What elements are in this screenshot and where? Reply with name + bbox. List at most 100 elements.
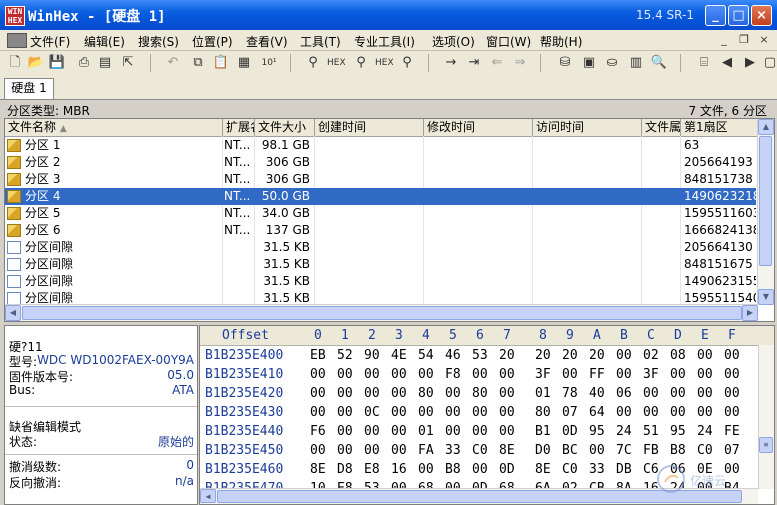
hex-byte[interactable]: 00 (616, 348, 632, 363)
menu-search[interactable]: 搜索(S) (138, 33, 179, 50)
hex-byte[interactable]: 00 (364, 386, 380, 401)
new-file-icon[interactable]: 🗋 (6, 54, 24, 72)
analyze-icon[interactable]: ⛀ (603, 54, 621, 72)
hex-byte[interactable]: 00 (724, 405, 740, 420)
hex-byte[interactable]: 00 (724, 367, 740, 382)
hex-byte[interactable]: 00 (337, 424, 353, 439)
hex-byte[interactable]: 53 (472, 348, 488, 363)
hex-byte[interactable]: 00 (697, 367, 713, 382)
minimize-button[interactable]: _ (705, 5, 726, 26)
hex-byte[interactable]: 00 (616, 367, 632, 382)
hex-byte[interactable]: FA (418, 443, 434, 458)
hex-byte[interactable]: 3F (643, 367, 659, 382)
table-row[interactable]: 分区 3 NT... 306 GB 848151738 (5, 171, 756, 188)
hex-byte[interactable]: 00 (472, 462, 488, 477)
hex-byte[interactable]: 00 (472, 405, 488, 420)
file-list-vertical-scrollbar[interactable]: ▲ ▼ (757, 119, 774, 305)
hex-byte[interactable]: 95 (589, 424, 605, 439)
column-header-modified[interactable]: 修改时间 (424, 119, 533, 136)
hex-byte[interactable]: 00 (445, 405, 461, 420)
hex-byte[interactable]: 00 (391, 367, 407, 382)
hex-byte[interactable]: 90 (364, 348, 380, 363)
hex-scroll-left-button[interactable]: ◀ (200, 489, 216, 503)
hex-byte[interactable]: 00 (670, 367, 686, 382)
hex-byte[interactable]: 00 (589, 443, 605, 458)
hex-byte[interactable]: 00 (391, 405, 407, 420)
hex-byte[interactable]: 02 (643, 348, 659, 363)
find-hex-icon[interactable]: HEX (327, 54, 346, 72)
hex-byte[interactable]: 80 (535, 405, 551, 420)
hex-byte[interactable]: 08 (670, 348, 686, 363)
hex-byte[interactable]: 8E (535, 462, 551, 477)
close-button[interactable]: × (751, 5, 772, 26)
hex-byte[interactable]: 00 (643, 386, 659, 401)
hex-byte[interactable]: 16 (391, 462, 407, 477)
find-again-icon[interactable]: ⚲ (398, 54, 416, 72)
hex-byte[interactable]: D0 (535, 443, 551, 458)
hex-byte[interactable]: 80 (472, 386, 488, 401)
hex-byte[interactable]: 40 (589, 386, 605, 401)
hex-byte[interactable]: F8 (445, 367, 461, 382)
maximize-button[interactable]: □ (728, 5, 749, 26)
hex-byte[interactable]: C0 (472, 443, 488, 458)
binary-icon[interactable]: 10¹ (260, 54, 278, 72)
hex-byte[interactable]: 00 (562, 367, 578, 382)
hex-byte[interactable]: 78 (562, 386, 578, 401)
hex-byte[interactable]: 00 (499, 386, 515, 401)
hex-byte[interactable]: 8E (310, 462, 326, 477)
hex-byte[interactable]: E8 (364, 462, 380, 477)
hex-byte[interactable]: 00 (364, 443, 380, 458)
directory-browser[interactable]: 文件名称 ▲ 扩展名 文件大小 创建时间 修改时间 访问时间 文件属性 第1扇区… (4, 118, 775, 322)
hex-byte[interactable]: 33 (589, 462, 605, 477)
menu-help[interactable]: 帮助(H) (540, 33, 582, 50)
hex-byte[interactable]: 00 (310, 367, 326, 382)
hex-byte[interactable]: 00 (391, 424, 407, 439)
table-row[interactable]: 分区 2 NT... 306 GB 205664193 (5, 154, 756, 171)
forward-icon[interactable]: ⇒ (511, 54, 529, 72)
table-row[interactable]: 分区 1 NT... 98.1 GB 63 (5, 137, 756, 154)
menu-edit[interactable]: 编辑(E) (84, 33, 125, 50)
tab-disk-1[interactable]: 硬盘 1 (4, 78, 54, 99)
menu-position[interactable]: 位置(P) (192, 33, 233, 50)
case-icon[interactable]: ⌸ (695, 54, 713, 72)
hex-byte[interactable]: 00 (445, 424, 461, 439)
menu-view[interactable]: 查看(V) (246, 33, 288, 50)
hex-byte[interactable]: B8 (445, 462, 461, 477)
table-row[interactable]: 分区间隙 31.5 KB 1490623155 (5, 273, 756, 290)
hex-byte[interactable]: 00 (418, 405, 434, 420)
hex-byte[interactable]: 00 (499, 367, 515, 382)
hex-byte[interactable]: 07 (562, 405, 578, 420)
hex-byte[interactable]: 20 (535, 348, 551, 363)
hex-byte[interactable]: 20 (562, 348, 578, 363)
mdi-close-button[interactable]: × (756, 32, 772, 47)
disk-editor-icon[interactable]: ⛁ (556, 54, 574, 72)
column-header-name[interactable]: 文件名称 ▲ (5, 119, 223, 136)
find-text-icon[interactable]: ⚲ (304, 54, 322, 72)
hex-byte[interactable]: 00 (337, 443, 353, 458)
hex-byte[interactable]: 00 (310, 443, 326, 458)
hex-byte[interactable]: 00 (418, 367, 434, 382)
ram-editor-icon[interactable]: ▣ (580, 54, 598, 72)
table-row[interactable]: 分区间隙 31.5 KB 205664130 (5, 239, 756, 256)
print-icon[interactable]: ⎙ (75, 54, 93, 72)
hex-byte[interactable]: 4E (391, 348, 407, 363)
hex-byte[interactable]: C0 (697, 443, 713, 458)
table-row[interactable]: 分区 6 NT... 137 GB 1666824138 (5, 222, 756, 239)
hex-byte[interactable]: 00 (697, 386, 713, 401)
replace-hex-icon[interactable]: HEX (375, 54, 394, 72)
menu-window[interactable]: 窗口(W) (486, 33, 531, 50)
hex-byte[interactable]: DB (616, 462, 632, 477)
hex-byte[interactable]: D8 (337, 462, 353, 477)
hex-byte[interactable]: 00 (391, 443, 407, 458)
file-list-horizontal-scrollbar[interactable]: ◀ ▶ (5, 304, 758, 321)
copy-icon[interactable]: ⧉ (189, 54, 207, 72)
save-icon[interactable]: 💾 (48, 54, 66, 72)
mdi-minimize-button[interactable]: _ (716, 32, 732, 47)
winhex-app-icon[interactable]: WIN HEX (5, 6, 25, 26)
hex-byte[interactable]: 00 (616, 405, 632, 420)
hex-byte[interactable]: 00 (391, 386, 407, 401)
hex-byte[interactable]: 00 (670, 405, 686, 420)
hex-scroll-thumb[interactable]: ≡ (759, 437, 773, 453)
open-folder-icon[interactable]: 📂 (27, 54, 45, 72)
hex-byte[interactable]: 00 (445, 386, 461, 401)
